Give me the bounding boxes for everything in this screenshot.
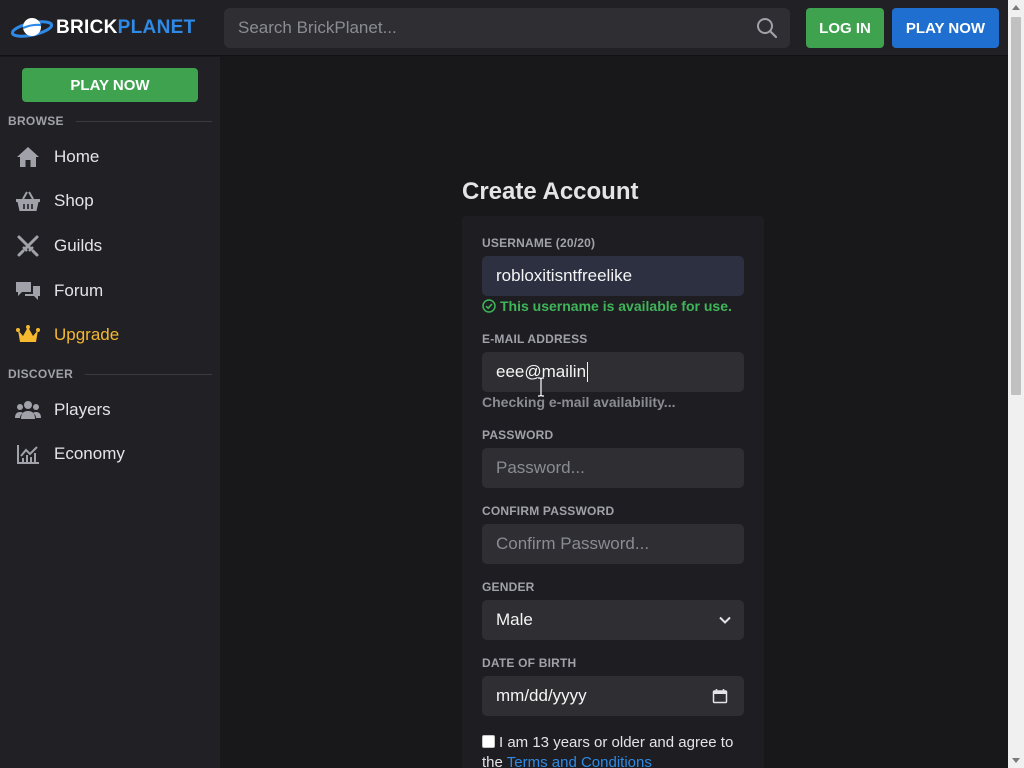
sidebar-item-label: Players bbox=[54, 400, 111, 419]
sidebar-item-forum[interactable]: Forum bbox=[0, 271, 220, 311]
sidebar-item-label: Home bbox=[54, 147, 100, 166]
section-browse: BROWSE bbox=[8, 114, 212, 128]
terms-link[interactable]: Terms and Conditions bbox=[507, 754, 652, 768]
sidebar-item-label: Forum bbox=[54, 281, 104, 300]
calendar-icon[interactable] bbox=[712, 688, 728, 704]
sidebar-item-shop[interactable]: Shop bbox=[0, 181, 220, 221]
play-now-sidebar-button[interactable]: PLAY NOW bbox=[22, 68, 198, 102]
play-now-header-button[interactable]: PLAY NOW bbox=[892, 8, 999, 48]
username-status: This username is available for use. bbox=[482, 298, 732, 314]
username-status-text: This username is available for use. bbox=[500, 298, 732, 314]
confirm-password-field[interactable] bbox=[482, 524, 744, 564]
email-field[interactable]: eee@mailin bbox=[482, 352, 744, 392]
confirm-password-label: CONFIRM PASSWORD bbox=[482, 504, 615, 518]
gender-select[interactable]: Male bbox=[482, 600, 744, 640]
text-caret bbox=[587, 362, 589, 383]
log-in-button[interactable]: LOG IN bbox=[806, 8, 884, 48]
terms-agreement: I am 13 years or older and agree to the … bbox=[482, 733, 744, 768]
section-heading-discover: DISCOVER bbox=[8, 367, 74, 381]
divider bbox=[75, 120, 212, 122]
password-label: PASSWORD bbox=[482, 428, 554, 442]
email-label: E-MAIL ADDRESS bbox=[482, 332, 588, 346]
sidebar-item-upgrade[interactable]: Upgrade bbox=[0, 315, 220, 355]
confirm-password-input[interactable] bbox=[496, 534, 726, 554]
planet-logo-icon bbox=[10, 18, 54, 38]
password-field[interactable] bbox=[482, 448, 744, 488]
brand-name-part2: PLANET bbox=[117, 17, 196, 38]
page-scrollbar[interactable] bbox=[1008, 0, 1024, 768]
scroll-up-arrow-icon[interactable] bbox=[1012, 5, 1020, 10]
section-discover: DISCOVER bbox=[8, 367, 212, 381]
gender-selected-value: Male bbox=[496, 610, 533, 629]
scrollbar-thumb[interactable] bbox=[1011, 17, 1021, 395]
sidebar-item-guilds[interactable]: Guilds bbox=[0, 226, 220, 266]
sidebar-item-label: Economy bbox=[54, 444, 125, 463]
crown-icon bbox=[15, 322, 41, 348]
password-input[interactable] bbox=[496, 458, 726, 478]
home-icon bbox=[15, 144, 41, 170]
basket-icon bbox=[15, 188, 41, 214]
search-icon[interactable] bbox=[756, 17, 778, 39]
brand-name: BRICKPLANET bbox=[56, 17, 195, 39]
page-title: Create Account bbox=[462, 178, 639, 205]
username-input[interactable] bbox=[496, 266, 726, 286]
crossed-swords-icon bbox=[15, 233, 41, 259]
divider bbox=[85, 373, 212, 375]
email-input[interactable]: eee@mailin bbox=[496, 362, 726, 383]
dob-input[interactable]: mm/dd/yyyy bbox=[496, 686, 726, 706]
brand-name-part1: BRICK bbox=[56, 17, 118, 38]
chart-icon bbox=[15, 441, 41, 467]
section-heading-browse: BROWSE bbox=[8, 114, 64, 128]
chevron-down-icon bbox=[719, 616, 731, 624]
email-status-text: Checking e-mail availability... bbox=[482, 394, 676, 410]
sidebar-item-label: Guilds bbox=[54, 236, 103, 255]
dob-field[interactable]: mm/dd/yyyy bbox=[482, 676, 744, 716]
sidebar: PLAY NOW BROWSE Home Shop Guilds Forum U… bbox=[0, 57, 220, 768]
search-bar[interactable] bbox=[224, 8, 790, 48]
sidebar-item-label: Upgrade bbox=[54, 325, 120, 344]
sidebar-item-label: Shop bbox=[54, 191, 94, 210]
check-circle-icon bbox=[482, 299, 496, 313]
dob-label: DATE OF BIRTH bbox=[482, 656, 577, 670]
users-icon bbox=[15, 397, 41, 423]
chat-bubbles-icon bbox=[15, 278, 41, 304]
username-label: USERNAME (20/20) bbox=[482, 236, 596, 250]
search-input[interactable] bbox=[224, 8, 734, 48]
sidebar-item-players[interactable]: Players bbox=[0, 390, 220, 430]
gender-label: GENDER bbox=[482, 580, 535, 594]
sidebar-item-economy[interactable]: Economy bbox=[0, 434, 220, 474]
top-bar: BRICKPLANET LOG IN PLAY NOW bbox=[0, 0, 1008, 56]
sidebar-item-home[interactable]: Home bbox=[0, 137, 220, 177]
scroll-down-arrow-icon[interactable] bbox=[1012, 758, 1020, 763]
username-field[interactable] bbox=[482, 256, 744, 296]
brickplanet-logo[interactable]: BRICKPLANET bbox=[10, 14, 195, 42]
terms-checkbox[interactable] bbox=[482, 735, 495, 748]
